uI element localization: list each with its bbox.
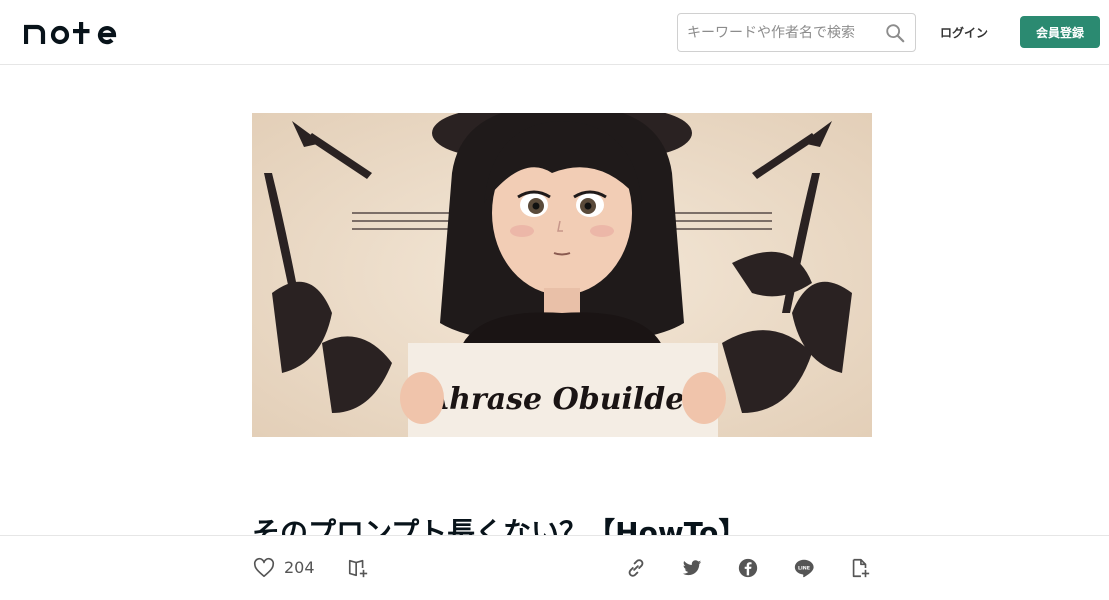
login-button[interactable]: ログイン [927, 20, 1001, 44]
share-facebook-button[interactable] [735, 554, 761, 582]
share-line-button[interactable]: LINE [791, 554, 817, 582]
heart-icon [253, 557, 275, 578]
document-add-icon [852, 558, 870, 578]
link-icon [628, 559, 644, 577]
svg-text:LINE: LINE [798, 565, 810, 571]
search-box [677, 13, 916, 52]
article-eyecatch-image: Ahrase Obuilder [252, 113, 872, 437]
site-header: note ログイン 会員登録 [0, 0, 1109, 65]
svg-text:Ahrase Obuilder: Ahrase Obuilder [423, 382, 703, 417]
signup-button[interactable]: 会員登録 [1020, 16, 1100, 48]
like-button[interactable] [251, 554, 277, 582]
copy-link-button[interactable] [623, 554, 649, 582]
share-twitter-button[interactable] [679, 554, 705, 582]
like-count: 204 [284, 558, 315, 577]
search-input[interactable] [678, 14, 878, 51]
twitter-icon [682, 560, 702, 576]
facebook-icon [738, 558, 758, 578]
add-to-magazine-button[interactable] [345, 554, 371, 582]
action-bar: 204 LINE [0, 535, 1109, 600]
note-logo[interactable]: note [24, 18, 124, 46]
line-icon: LINE [794, 559, 814, 578]
embed-button[interactable] [847, 554, 873, 582]
search-icon[interactable] [884, 22, 906, 44]
magazine-add-icon [348, 559, 368, 578]
